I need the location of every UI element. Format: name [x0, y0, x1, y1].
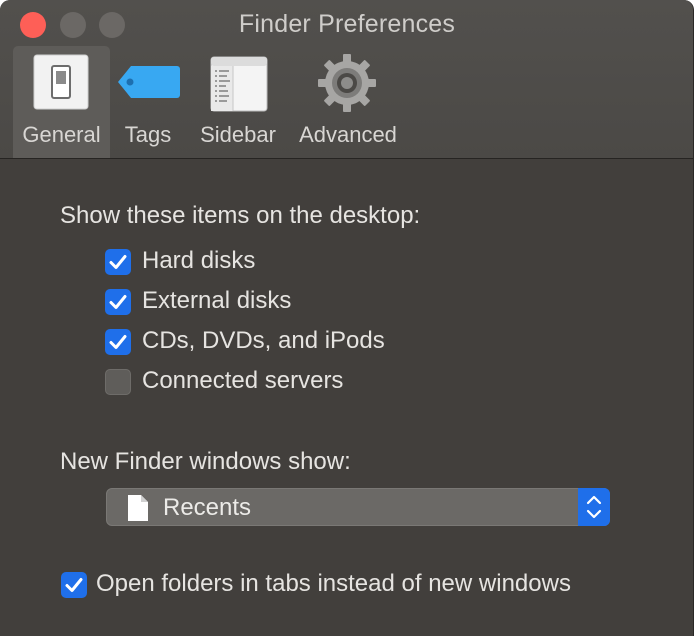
tab-general-label: General: [22, 122, 101, 147]
tab-general[interactable]: General: [13, 46, 110, 158]
general-switch-icon: [33, 54, 89, 115]
new-window-selected-value: Recents: [163, 494, 252, 521]
checkmark-icon: [109, 295, 127, 309]
checkmark-icon: [109, 255, 127, 269]
chevron-updown-icon: [578, 488, 610, 526]
cds-dvds-ipods-checkbox[interactable]: [105, 329, 131, 355]
window-title: Finder Preferences: [238, 10, 456, 38]
new-window-heading: New Finder windows show:: [60, 448, 351, 475]
new-window-popup[interactable]: Recents: [106, 488, 610, 526]
finder-preferences-window: Finder Preferences General Tags Sidebar …: [0, 0, 694, 636]
tab-sidebar[interactable]: Sidebar: [190, 46, 286, 158]
external-disks-checkbox[interactable]: [105, 289, 131, 315]
tab-advanced-label: Advanced: [299, 122, 397, 147]
tab-tags-label: Tags: [124, 122, 172, 147]
checkmark-icon: [109, 335, 127, 349]
document-icon: [127, 494, 149, 527]
tag-icon: [117, 64, 181, 105]
tab-sidebar-label: Sidebar: [200, 122, 276, 147]
cds-dvds-ipods-label: CDs, DVDs, and iPods: [142, 327, 385, 354]
checkmark-icon: [65, 578, 83, 592]
sidebar-icon: [210, 56, 268, 117]
open-in-tabs-label: Open folders in tabs instead of new wind…: [96, 570, 571, 597]
external-disks-label: External disks: [142, 287, 292, 314]
gear-icon: [316, 52, 378, 119]
hard-disks-label: Hard disks: [142, 247, 256, 274]
tab-tags[interactable]: Tags: [112, 46, 184, 158]
open-in-tabs-checkbox[interactable]: [61, 572, 87, 598]
connected-servers-label: Connected servers: [142, 367, 344, 394]
connected-servers-checkbox[interactable]: [105, 369, 131, 395]
hard-disks-checkbox[interactable]: [105, 249, 131, 275]
tab-advanced[interactable]: Advanced: [292, 46, 404, 158]
titlebar-toolbar: Finder Preferences General Tags Sidebar …: [0, 0, 693, 159]
desktop-items-heading: Show these items on the desktop:: [60, 202, 421, 229]
